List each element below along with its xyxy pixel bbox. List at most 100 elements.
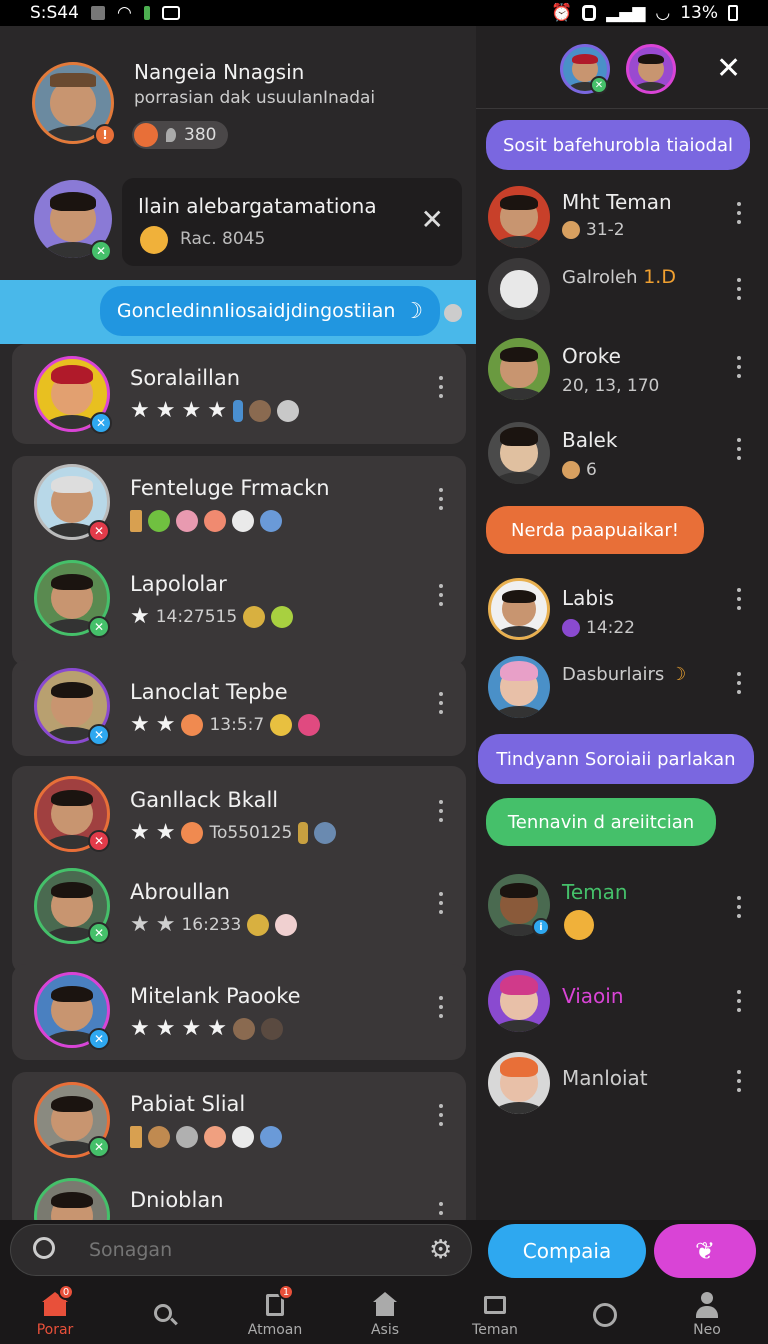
more-icon[interactable] — [736, 1070, 742, 1092]
pot-icon — [243, 606, 266, 628]
star-icon: ★ — [207, 1016, 227, 1041]
banner-pill[interactable]: GoncledinnIiosaidjdingostiian ☽ — [100, 286, 440, 336]
status-time: S:S44 — [30, 3, 79, 23]
nav-search[interactable] — [110, 1286, 220, 1344]
more-icon[interactable] — [736, 990, 742, 1012]
mini-avatar-icon — [232, 1126, 254, 1148]
chat-bubble-purple[interactable]: Tindyann Soroiaii parlakan — [478, 734, 754, 784]
more-icon[interactable] — [736, 438, 742, 460]
frog-icon — [271, 606, 294, 628]
contact-avatar[interactable] — [488, 970, 550, 1032]
brush-icon — [260, 510, 282, 532]
more-icon[interactable] — [736, 356, 742, 378]
nav-friends[interactable]: Teman — [440, 1286, 550, 1344]
contact-avatar[interactable] — [488, 578, 550, 640]
settings-icon[interactable]: ⚙ — [429, 1237, 452, 1263]
nav-emoji[interactable] — [550, 1286, 660, 1344]
smiley-icon — [140, 226, 168, 254]
more-icon[interactable] — [438, 800, 444, 822]
pig-icon — [204, 1126, 226, 1148]
bottom-bar: ⚙ Compaia ❦ 0 Porar 1 Atmoan Asis Teman … — [0, 1220, 768, 1344]
profile-points-pill[interactable]: 380 — [132, 121, 228, 149]
more-icon[interactable] — [438, 1104, 444, 1126]
nav-profile[interactable]: Neo — [652, 1286, 762, 1344]
more-icon[interactable] — [438, 488, 444, 510]
brush-icon — [148, 1126, 170, 1148]
star-icon: ★ — [181, 1016, 202, 1041]
profile-subtitle: porrasian dak usuulanInadai — [134, 88, 376, 108]
action-button[interactable]: ❦ — [654, 1224, 756, 1278]
more-icon[interactable] — [438, 376, 444, 398]
contact-avatar[interactable] — [488, 656, 550, 718]
nav-actions[interactable]: 1 Atmoan — [220, 1284, 330, 1344]
contact-avatar[interactable] — [488, 1052, 550, 1114]
chat-name: Abroullan — [130, 880, 230, 904]
mini-avatar-icon — [562, 221, 580, 239]
error-badge: ✕ — [88, 830, 110, 852]
more-icon[interactable] — [438, 892, 444, 914]
nav-assets[interactable]: Asis — [330, 1286, 440, 1344]
contact-name: Labis — [562, 586, 615, 610]
search-bar[interactable]: ⚙ — [10, 1224, 472, 1276]
more-icon[interactable] — [736, 588, 742, 610]
more-icon[interactable] — [736, 278, 742, 300]
more-icon[interactable] — [736, 672, 742, 694]
battery-icon — [728, 5, 738, 21]
more-icon[interactable] — [736, 896, 742, 918]
chat-time: 16:233 — [181, 915, 242, 935]
search-icon — [152, 1302, 178, 1328]
contact-avatar[interactable] — [488, 422, 550, 484]
compose-button[interactable]: Compaia — [488, 1224, 646, 1278]
nav-label: Teman — [472, 1322, 518, 1338]
notification-title: Ilain alebargatamationa — [138, 194, 377, 218]
contact-name: Viaoin — [562, 984, 624, 1008]
mini-avatar-icon — [562, 461, 580, 479]
notification-online-badge: ✕ — [90, 240, 112, 262]
alarm-icon: ⏰ — [550, 3, 573, 23]
close-icon[interactable]: ✕ — [421, 206, 444, 234]
mini-avatar-icon — [314, 822, 337, 844]
notification-card[interactable]: Ilain alebargatamationa Rac. 8045 ✕ — [122, 178, 462, 266]
contact-tag: 1.D — [643, 266, 676, 288]
emoji-icon — [592, 1302, 618, 1328]
chat-bubble-green[interactable]: Tennavin d areiitcian — [486, 798, 716, 846]
chat-meta: ★ ★ ★ ★ — [130, 400, 299, 422]
contact-name: Galroleh 1.D — [562, 266, 676, 288]
more-icon[interactable] — [438, 692, 444, 714]
nav-home[interactable]: 0 Porar — [0, 1284, 110, 1344]
search-input[interactable] — [89, 1235, 409, 1265]
chat-bubble-purple[interactable]: Sosit bafehurobla tiaiodal — [486, 120, 750, 170]
verified-badge: ✕ — [88, 724, 110, 746]
cone-icon — [130, 1126, 142, 1148]
chat-name: Lanoclat Tepbe — [130, 680, 288, 704]
chat-meta — [130, 510, 282, 532]
more-icon[interactable] — [736, 202, 742, 224]
online-badge: ✕ — [590, 76, 608, 94]
banner-text: GoncledinnIiosaidjdingostiian — [116, 300, 396, 322]
more-icon[interactable] — [438, 584, 444, 606]
close-icon[interactable]: ✕ — [716, 54, 741, 84]
smiley-icon — [564, 910, 594, 940]
online-badge: ✕ — [88, 1136, 110, 1158]
battery-percent: 13% — [680, 3, 718, 23]
app-icon — [582, 5, 597, 21]
contact-avatar[interactable] — [488, 186, 550, 248]
star-icon: ★ — [130, 712, 150, 737]
search-icon[interactable] — [33, 1237, 55, 1259]
contact-avatar[interactable] — [488, 258, 550, 320]
more-icon[interactable] — [438, 996, 444, 1018]
nav-label: Atmoan — [247, 1322, 303, 1338]
chat-bubble-orange[interactable]: Nerda paapuaikar! — [486, 506, 704, 554]
contact-avatar[interactable] — [488, 338, 550, 400]
sim-icon — [143, 6, 150, 20]
chat-meta: ★ 14:27515 — [130, 606, 294, 628]
profile-name: Nangeia Nnagsin — [134, 60, 305, 84]
pig-icon — [181, 822, 204, 844]
wifi-strength-icon: ◡ — [655, 3, 671, 23]
header-avatar[interactable] — [626, 44, 676, 94]
info-badge: i — [532, 918, 550, 936]
clock-icon — [562, 619, 580, 637]
chat-meta: ★ ★ 13:5:7 — [130, 712, 321, 737]
more-icon[interactable] — [438, 1202, 444, 1220]
cat-icon — [176, 510, 198, 532]
